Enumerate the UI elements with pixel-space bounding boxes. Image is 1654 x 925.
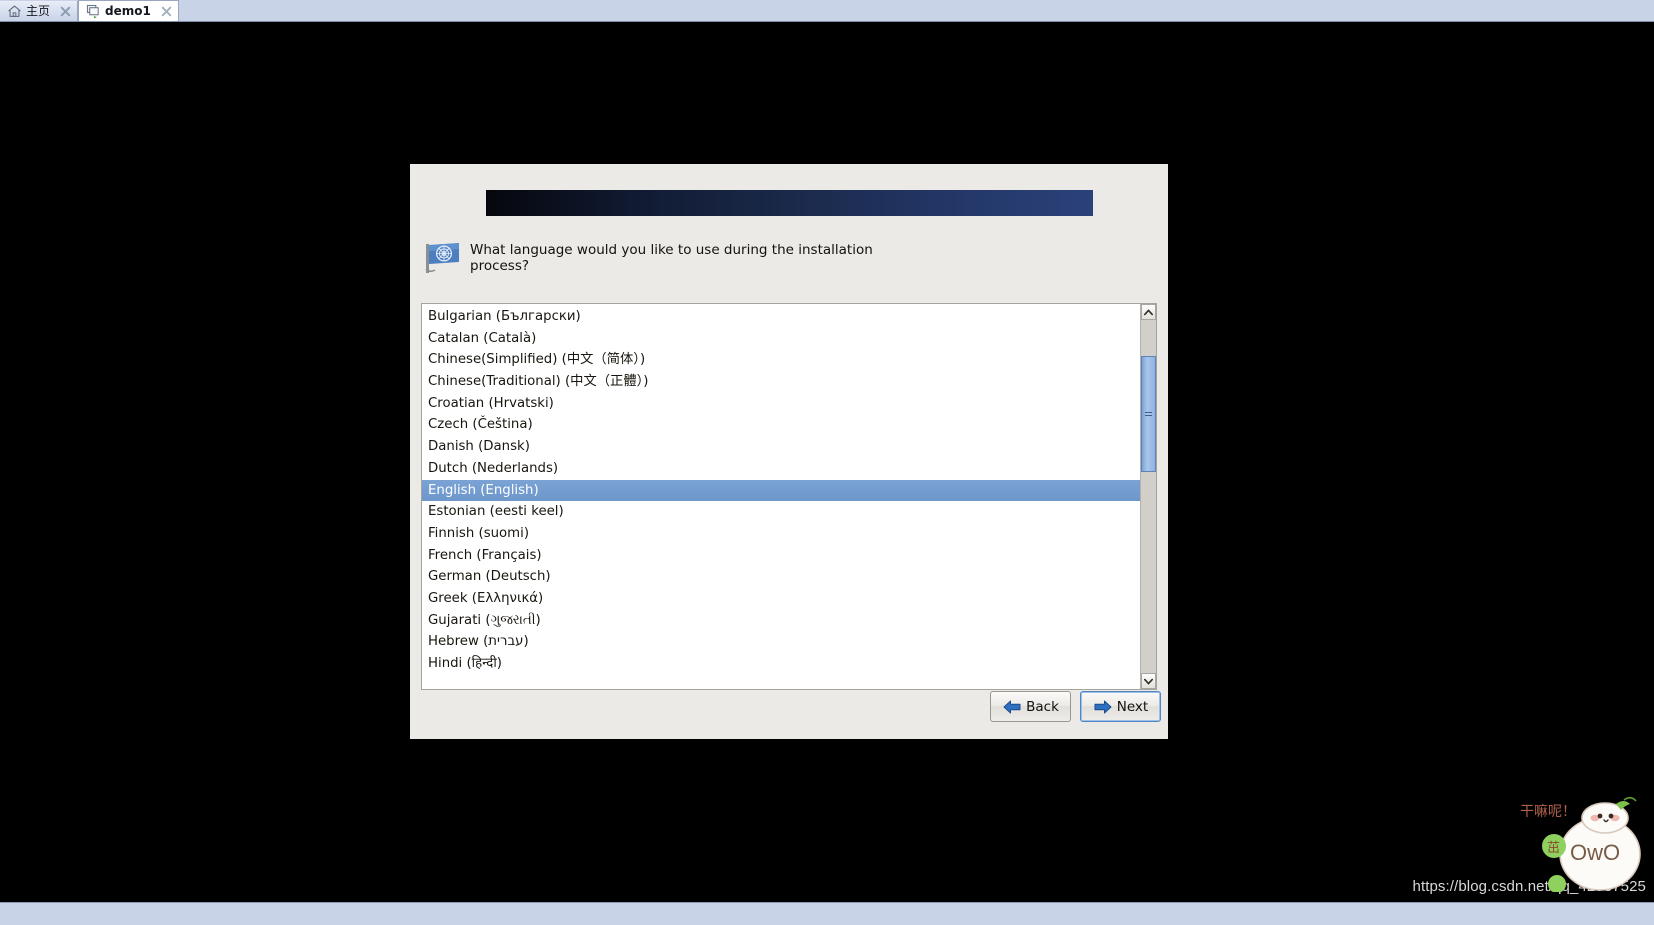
scroll-track[interactable] — [1141, 320, 1156, 673]
arrow-left-icon — [1003, 700, 1021, 713]
language-list-item[interactable]: Gujarati (ગુજરાતી) — [422, 610, 1140, 632]
language-list-item[interactable]: Catalan (Català) — [422, 328, 1140, 350]
language-list-item[interactable]: Hindi (हिन्दी) — [422, 653, 1140, 675]
home-icon — [8, 5, 21, 17]
next-button[interactable]: Next — [1080, 691, 1161, 722]
next-button-label: Next — [1116, 698, 1149, 715]
grip-lines-icon — [1145, 410, 1152, 418]
cartoon-sticker-icon: OwO 茁 干嘛呢！ — [1520, 796, 1641, 892]
language-list-item[interactable]: French (Français) — [422, 545, 1140, 567]
scroll-up-button[interactable] — [1141, 304, 1156, 320]
language-list-item[interactable]: Croatian (Hrvatski) — [422, 393, 1140, 415]
chevron-down-icon — [1144, 678, 1153, 685]
anaconda-installer-dialog: What language would you like to use duri… — [410, 164, 1168, 739]
sticker-caption: 干嘛呢！ — [1520, 804, 1576, 820]
language-list-item[interactable]: Chinese(Simplified) (中文（简体）) — [422, 349, 1140, 371]
close-icon[interactable] — [59, 5, 72, 18]
back-button-label: Back — [1026, 698, 1059, 715]
tab-bar-empty-area — [178, 1, 1654, 21]
language-list-item[interactable]: Czech (Čeština) — [422, 414, 1140, 436]
language-list-item[interactable]: Estonian (eesti keel) — [422, 501, 1140, 523]
back-button[interactable]: Back — [990, 691, 1071, 722]
arrow-right-icon — [1094, 700, 1112, 713]
window-bottom-strip — [0, 902, 1654, 925]
language-list-item[interactable]: Dutch (Nederlands) — [422, 458, 1140, 480]
scroll-thumb[interactable] — [1141, 356, 1156, 472]
language-list-item[interactable]: Finnish (suomi) — [422, 523, 1140, 545]
language-list-item[interactable]: Danish (Dansk) — [422, 436, 1140, 458]
virtual-machine-icon — [86, 4, 99, 18]
language-list-item[interactable]: Bulgarian (Български) — [422, 306, 1140, 328]
prompt-row: What language would you like to use duri… — [421, 236, 1151, 276]
language-list-item[interactable]: Hebrew (עברית) — [422, 631, 1140, 653]
language-list-scrollbar[interactable] — [1140, 304, 1156, 689]
un-flag-icon — [425, 243, 459, 273]
language-list-item[interactable]: German (Deutsch) — [422, 566, 1140, 588]
installer-banner — [486, 190, 1093, 216]
close-icon[interactable] — [160, 5, 173, 18]
chevron-up-icon — [1144, 308, 1153, 315]
sticker-badge-text: 茁 — [1547, 840, 1560, 856]
sticker-face-text: OwO — [1570, 840, 1620, 865]
installer-button-bar: Back Next — [990, 691, 1161, 722]
vm-display-canvas[interactable]: What language would you like to use duri… — [0, 22, 1654, 902]
browser-tab-bar: 主页 demo1 — [0, 0, 1654, 22]
tab-home[interactable]: 主页 — [0, 1, 79, 21]
language-list-item[interactable]: Greek (Ελληνικά) — [422, 588, 1140, 610]
language-list-item[interactable]: English (English) — [422, 479, 1140, 502]
language-list[interactable]: Bulgarian (Български) Catalan (Català) Chi… — [422, 304, 1140, 689]
tab-demo1[interactable]: demo1 — [78, 0, 179, 21]
tab-home-label: 主页 — [26, 4, 51, 18]
tab-demo1-label: demo1 — [105, 4, 151, 18]
language-list-item[interactable]: Chinese(Traditional) (中文（正體）) — [422, 371, 1140, 393]
scroll-down-button[interactable] — [1141, 673, 1156, 689]
installer-prompt-text: What language would you like to use duri… — [470, 242, 873, 274]
language-listbox[interactable]: Bulgarian (Български) Catalan (Català) Chi… — [421, 303, 1157, 690]
